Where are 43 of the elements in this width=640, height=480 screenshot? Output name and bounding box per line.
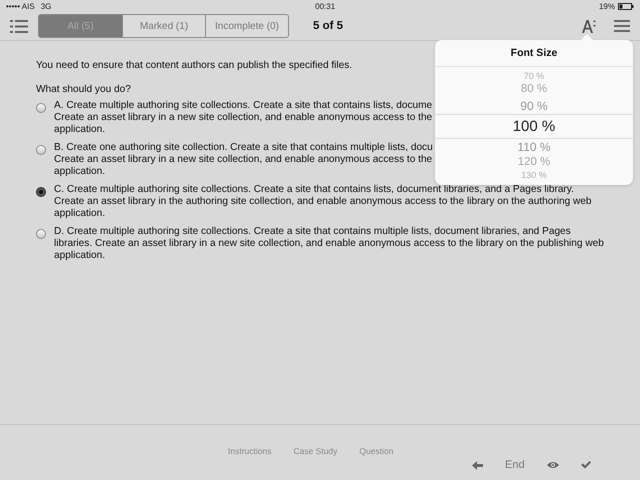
- font-size-option[interactable]: 90 %: [520, 100, 548, 112]
- font-size-icon[interactable]: [582, 19, 596, 33]
- radio-button[interactable]: [36, 103, 46, 113]
- answer-text-line: application.: [54, 124, 106, 136]
- answer-text-line: Create an asset library in the authoring site collection, and enable anonymous access to the library on the authoring web: [54, 196, 592, 208]
- radio-button[interactable]: [36, 187, 46, 197]
- font-size-option[interactable]: 70 %: [524, 72, 544, 81]
- clock-time: 00:31: [315, 2, 336, 10]
- radio-button[interactable]: [36, 229, 46, 239]
- answer-text-line: Create an asset library in a new site collection, and enable anonymous access to the: [54, 112, 432, 124]
- menu-icon[interactable]: [614, 20, 630, 32]
- font-size-option[interactable]: 110 %: [517, 140, 551, 152]
- answer-text-line: application.: [54, 166, 106, 178]
- question-text: You need to ensure that content authors can publish the specified files.: [36, 60, 352, 72]
- radio-button[interactable]: [36, 145, 46, 155]
- filter-tab[interactable]: Incomplete (0): [205, 15, 288, 37]
- font-size-option[interactable]: 130 %: [521, 171, 547, 180]
- battery-icon: [618, 2, 634, 10]
- end-button[interactable]: End: [505, 459, 525, 471]
- network-label: 3G: [40, 2, 52, 10]
- answer-text-line: D. Create multiple authoring site collections. Create a site that contains multiple lists, document libraries, and Pages: [54, 226, 572, 238]
- battery-percent: 19%: [598, 2, 615, 10]
- answer-text-line: Create an asset library in a new site collection, and enable anonymous access to the: [54, 154, 433, 166]
- font-size-option[interactable]: 100 %: [512, 118, 556, 134]
- answer-text-line: A. Create multiple authoring site collections. Create a site that contains lists, docume: [54, 100, 432, 112]
- answer-text-line: B. Create one authoring site collection. Create a site that contains multiple lists, docu: [54, 142, 433, 154]
- answer-text-line: application.: [54, 250, 106, 262]
- answer-text-line: application.: [54, 208, 106, 220]
- question-counter: 5 of 5: [313, 20, 344, 32]
- footer-tab[interactable]: Case Study: [293, 446, 338, 456]
- answer-text-line: C. Create multiple authoring site collections. Create a site that contains lists, document libraries, and a Pages library.: [54, 184, 575, 196]
- font-size-option[interactable]: 120 %: [518, 156, 550, 168]
- popover-title: Font Size: [435, 40, 633, 67]
- footer-tab[interactable]: Question: [359, 446, 394, 456]
- carrier-label: ••••• AIS: [6, 2, 35, 10]
- footer-tab[interactable]: Instructions: [228, 446, 272, 456]
- menu-icon[interactable]: [10, 20, 28, 32]
- eye-icon[interactable]: [546, 461, 559, 469]
- checkmark-icon[interactable]: [580, 461, 591, 469]
- question-prompt: What should you do?: [36, 84, 131, 96]
- answer-text-line: libraries. Create an asset library in a new site collection, and enable anonymous access to the library on the publishing web: [54, 238, 604, 250]
- font-size-option[interactable]: 80 %: [520, 84, 548, 96]
- back-arrow-icon[interactable]: [472, 460, 483, 470]
